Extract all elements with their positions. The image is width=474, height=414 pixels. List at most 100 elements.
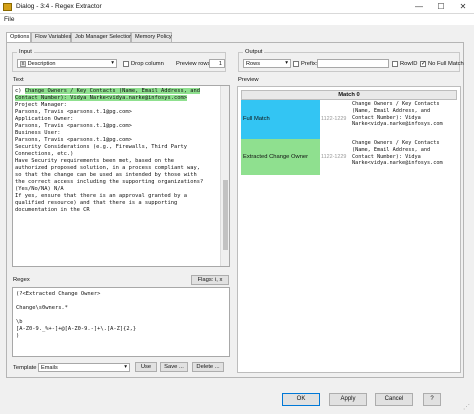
text-line-plain: c) <box>15 88 25 94</box>
text-line: Parsons, Travis <parsons.t.1@pg.com> <box>15 109 219 116</box>
text-line: documentation in the CR <box>15 207 219 214</box>
chevron-down-icon: ▾ <box>111 60 114 66</box>
maximize-button[interactable]: ☐ <box>430 0 452 14</box>
text-line: If yes, ensure that there is an approval… <box>15 193 219 200</box>
text-line: c) Change Owners / Key Contacts (Name, E… <box>15 88 219 95</box>
text-scrollbar-thumb[interactable] <box>223 180 228 250</box>
tab-job-manager-selection[interactable]: Job Manager Selection <box>71 32 132 42</box>
output-mode-select[interactable]: Rows ▾ <box>243 59 291 68</box>
menu-file[interactable]: File <box>4 16 14 23</box>
text-line-plain: qualified resource) and that there is a … <box>15 200 178 206</box>
text-line: Security Considerations (e.g., Firewalls… <box>15 144 219 151</box>
preview-rows-value: 1 <box>218 61 222 67</box>
text-area[interactable]: c) Change Owners / Key Contacts (Name, E… <box>12 85 230 267</box>
text-line: the correct access including the support… <box>15 179 219 186</box>
text-content: c) Change Owners / Key Contacts (Name, E… <box>15 88 219 214</box>
no-full-match-checkbox[interactable] <box>420 60 426 67</box>
chevron-down-icon: ▾ <box>124 364 127 370</box>
template-delete-button[interactable]: Delete ... <box>192 362 224 372</box>
regex-line: ) <box>16 333 20 339</box>
preview-row-full-match-name: Full Match <box>241 100 320 139</box>
tab-flow-variables[interactable]: Flow Variables <box>31 32 71 42</box>
regex-content: (?<Extracted Change Owner> Change\s0wners… <box>16 291 228 340</box>
text-line-plain: documentation in the CR <box>15 207 90 213</box>
text-line-plain: Parsons, Travis <parsons.t.1@pg.com> <box>15 123 132 129</box>
tab-memory-policy[interactable]: Memory Policy <box>131 32 172 42</box>
resize-grip-icon[interactable]: ⋰ <box>463 404 471 412</box>
apply-button[interactable]: Apply <box>329 393 367 406</box>
drop-column-label: Drop column <box>131 61 164 67</box>
window-title: Dialog - 3:4 - Regex Extractor <box>16 3 102 10</box>
input-group: Input S Description ▾ Drop column Previe… <box>12 49 226 72</box>
prefix-label: Prefix: <box>301 61 318 67</box>
preview-rows-label: Preview rows: <box>176 61 213 67</box>
flags-button[interactable]: Flags: i, x <box>191 275 229 285</box>
text-line: Project Manager: <box>15 102 219 109</box>
preview-row-name: Extracted Change Owner <box>243 154 309 160</box>
input-column-select[interactable]: S Description ▾ <box>17 59 117 68</box>
app-icon <box>3 3 12 11</box>
text-line: Application Owner: <box>15 116 219 123</box>
menu-bar: File <box>0 14 474 25</box>
template-save-button[interactable]: Save ... <box>160 362 188 372</box>
prefix-input[interactable] <box>317 59 389 68</box>
drop-column-checkbox[interactable] <box>123 61 129 67</box>
text-line: Parsons, Travis <parsons.t.1@pg.com> <box>15 137 219 144</box>
cancel-button[interactable]: Cancel <box>375 393 413 406</box>
text-section-label: Text <box>13 77 24 83</box>
text-line-plain: so that the change can be used as intend… <box>15 172 197 178</box>
regex-line: (?<Extracted Change Owner> <box>16 291 101 297</box>
preview-table: Match 0 Full Match 1122-1229 Change Owne… <box>237 86 461 373</box>
text-line-plain: If yes, ensure that there is an approval… <box>15 193 188 199</box>
template-select[interactable]: Emails ▾ <box>38 363 130 372</box>
text-line-plain: Parsons, Travis <parsons.t.1@pg.com> <box>15 137 132 143</box>
regex-line: Change\s0wners.* <box>16 305 68 311</box>
text-line-plain: Project Manager: <box>15 102 67 108</box>
preview-row-range: 1122-1229 <box>321 154 347 160</box>
regex-line <box>16 298 228 305</box>
text-line: authorized proposed solution, in a proce… <box>15 165 219 172</box>
preview-row-extracted-name: Extracted Change Owner <box>241 139 320 175</box>
text-line-plain: the correct access including the support… <box>15 179 204 185</box>
text-line: qualified resource) and that there is a … <box>15 200 219 207</box>
text-line-plain: Security Considerations (e.g., Firewalls… <box>15 144 188 150</box>
text-line-plain: Connections, etc.) <box>15 151 74 157</box>
preview-rows-spinner[interactable]: 1 <box>209 59 225 68</box>
text-line: (Yes/No/NA) N/A <box>15 186 219 193</box>
text-line-plain: Parsons, Travis <parsons.t.1@pg.com> <box>15 109 132 115</box>
preview-row-name: Full Match <box>243 116 270 122</box>
regex-section-label: Regex <box>13 277 30 283</box>
output-group: Output Rows ▾ Prefix: RowID No Full Matc… <box>238 49 464 72</box>
text-line-highlight: Change Owners / Key Contacts (Name, Emai… <box>24 88 201 94</box>
preview-header: Match 0 <box>241 90 457 100</box>
preview-row-value: Change Owners / Key Contacts (Name, Emai… <box>352 101 443 128</box>
close-button[interactable]: ✕ <box>452 0 474 14</box>
output-group-label: Output <box>243 49 265 55</box>
text-line: Connections, etc.) <box>15 151 219 158</box>
rowid-label: RowID <box>400 61 418 67</box>
input-group-label: Input <box>17 49 34 55</box>
ok-button[interactable]: OK <box>282 393 320 406</box>
template-use-button[interactable]: Use <box>135 362 157 372</box>
template-value: Emails <box>41 365 58 371</box>
output-mode-value: Rows <box>246 61 260 67</box>
help-button[interactable]: ? <box>423 393 441 406</box>
rowid-checkbox[interactable] <box>392 61 398 67</box>
regex-line: \b <box>16 319 23 325</box>
text-line-plain: Application Owner: <box>15 116 74 122</box>
prefix-checkbox[interactable] <box>293 61 299 67</box>
text-scrollbar[interactable] <box>220 86 229 266</box>
chevron-down-icon: ▾ <box>285 60 288 66</box>
text-line-plain: Business User: <box>15 130 61 136</box>
regex-input[interactable]: (?<Extracted Change Owner> Change\s0wners… <box>12 287 230 357</box>
regex-line: [A-Z0-9._%+-]+@[A-Z0-9.-]+\.[A-Z]{2,} <box>16 326 137 332</box>
preview-section-label: Preview <box>238 77 259 83</box>
text-line: Have Security requirements been met, bas… <box>15 158 219 165</box>
preview-row-range: 1122-1229 <box>321 116 347 122</box>
string-type-icon: S <box>20 61 26 67</box>
text-line-plain: authorized proposed solution, in a proce… <box>15 165 200 171</box>
text-line: Business User: <box>15 130 219 137</box>
text-line-plain: Have Security requirements been met, bas… <box>15 158 175 164</box>
minimize-button[interactable]: — <box>408 0 430 14</box>
text-line: Parsons, Travis <parsons.t.1@pg.com> <box>15 123 219 130</box>
